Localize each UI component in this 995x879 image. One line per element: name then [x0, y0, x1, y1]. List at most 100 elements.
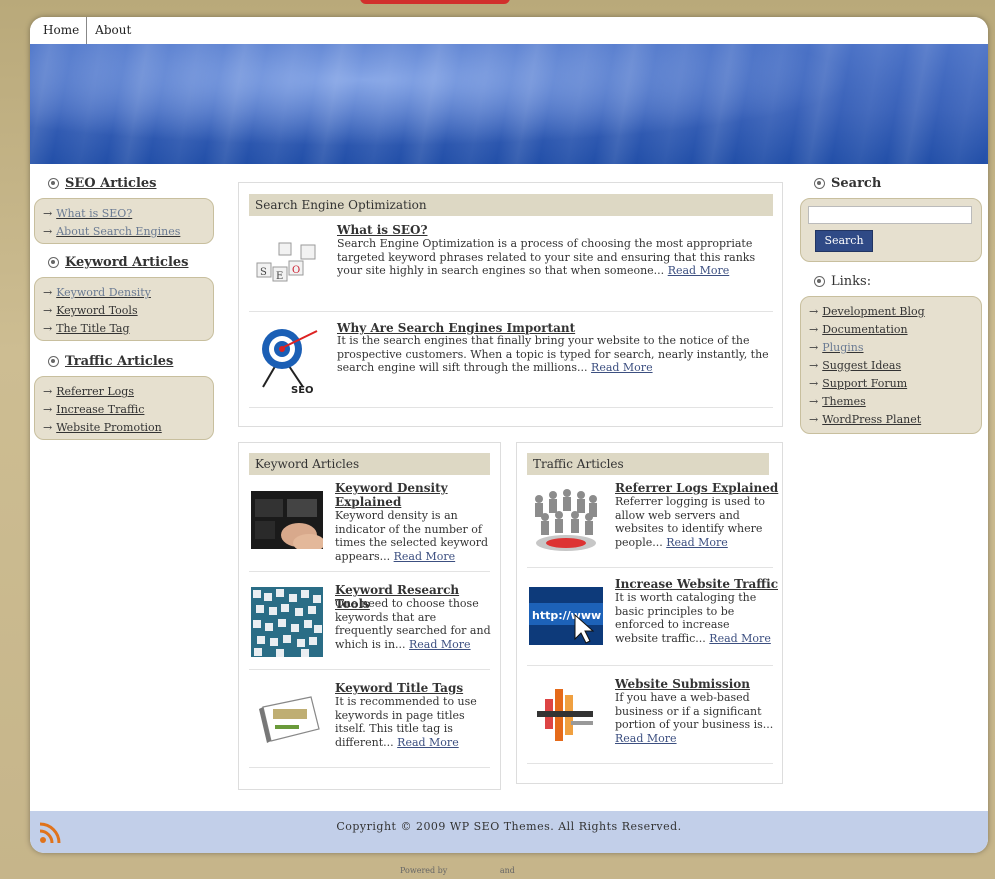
seo-panel-header: Search Engine Optimization	[249, 194, 773, 216]
nav-about[interactable]: About	[87, 17, 138, 44]
post-excerpt-text: If you have a web-based business or if a…	[615, 691, 774, 731]
link-label: WordPress Planet	[822, 413, 922, 426]
sidebar-link-label: What is SEO?	[56, 207, 133, 220]
post-excerpt: Keyword density is an indicator of the n…	[335, 509, 491, 563]
sidebar-link-label: Keyword Density	[56, 286, 151, 299]
sidebar-link-what-is-seo[interactable]: → What is SEO?	[43, 205, 205, 223]
link-support-forum[interactable]: → Support Forum	[809, 375, 973, 393]
traffic-panel-header: Traffic Articles	[527, 453, 769, 475]
keyboard-finger-image	[251, 491, 323, 549]
circle-bullet-icon	[814, 276, 825, 287]
title-tag-box-image	[253, 689, 323, 749]
arrow-right-icon: →	[43, 225, 53, 238]
keyword-articles-title-link[interactable]: Keyword Articles	[65, 255, 189, 270]
link-wordpress-planet[interactable]: → WordPress Planet	[809, 411, 973, 429]
top-nav: Home About	[30, 17, 988, 44]
link-suggest-ideas[interactable]: → Suggest Ideas	[809, 357, 973, 375]
read-more-link[interactable]: Read More	[397, 736, 459, 749]
sidebar-link-referrer-logs[interactable]: → Referrer Logs	[43, 383, 205, 401]
post-excerpt: If you have a web-based business or if a…	[615, 691, 775, 745]
keyword-panel: Keyword Articles Keyword Density Explain…	[238, 442, 501, 790]
read-more-link[interactable]: Read More	[666, 536, 728, 549]
traffic-panel: Traffic Articles Referrer Logs Explained…	[516, 442, 783, 784]
post-excerpt: It is recommended to use keywords in pag…	[335, 695, 491, 749]
link-themes[interactable]: → Themes	[809, 393, 973, 411]
post-title-what-is-seo[interactable]: What is SEO?	[337, 223, 428, 237]
traffic-articles-title-link[interactable]: Traffic Articles	[65, 354, 173, 369]
link-development-blog[interactable]: → Development Blog	[809, 303, 973, 321]
post-title-keyword-density[interactable]: Keyword Density Explained	[335, 481, 491, 509]
post-title-why-search-engines[interactable]: Why Are Search Engines Important	[337, 321, 575, 335]
post-excerpt: It is the search engines that finally br…	[337, 334, 773, 375]
read-more-link[interactable]: Read More	[591, 361, 653, 374]
keyword-panel-header: Keyword Articles	[249, 453, 490, 475]
post-title-referrer-logs-explained[interactable]: Referrer Logs Explained	[615, 481, 778, 495]
content-area: SEO Articles → What is SEO? → About Search…	[30, 164, 988, 812]
arrow-right-icon: →	[809, 413, 819, 426]
arrow-right-icon: →	[809, 305, 819, 318]
sidebar-link-website-promotion[interactable]: → Website Promotion	[43, 419, 205, 437]
link-plugins[interactable]: → Plugins	[809, 339, 973, 357]
read-more-link[interactable]: Read More	[409, 638, 471, 651]
sidebar-link-about-search-engines[interactable]: → About Search Engines	[43, 223, 205, 241]
nav-home[interactable]: Home	[30, 17, 88, 44]
arrow-right-icon: →	[809, 377, 819, 390]
sidebar-link-keyword-tools[interactable]: → Keyword Tools	[43, 302, 205, 320]
sidebar-link-label: Referrer Logs	[56, 385, 134, 398]
links-heading: Links:	[814, 274, 871, 289]
link-label: Documentation	[822, 323, 908, 336]
powered-by-line: Powered by and	[400, 866, 565, 875]
post-title-increase-website-traffic[interactable]: Increase Website Traffic	[615, 577, 778, 591]
arrow-right-icon: →	[43, 403, 53, 416]
arrow-right-icon: →	[809, 395, 819, 408]
post-excerpt: Referrer logging is used to allow web se…	[615, 495, 775, 549]
post-separator	[249, 767, 490, 768]
post-title-website-submission[interactable]: Website Submission	[615, 677, 750, 691]
read-more-link[interactable]: Read More	[394, 550, 456, 563]
arrow-right-icon: →	[43, 385, 53, 398]
post-excerpt-text: It is the search engines that finally br…	[337, 334, 769, 374]
post-separator	[527, 763, 773, 764]
rss-icon[interactable]	[38, 819, 64, 845]
link-label: Development Blog	[822, 305, 925, 318]
svg-text:E: E	[276, 271, 283, 282]
arrow-right-icon: →	[809, 359, 819, 372]
sidebar-link-label: Increase Traffic	[56, 403, 145, 416]
post-title-keyword-title-tags[interactable]: Keyword Title Tags	[335, 681, 463, 695]
arrow-right-icon: →	[43, 207, 53, 220]
people-crowd-image	[529, 485, 603, 555]
link-label: Suggest Ideas	[822, 359, 902, 372]
seo-image-label: SEO	[291, 385, 314, 396]
seo-articles-box: → What is SEO? → About Search Engines	[34, 198, 214, 244]
links-title: Links:	[831, 274, 872, 289]
circle-bullet-icon	[48, 356, 59, 367]
seo-panel: Search Engine Optimization S E O What is…	[238, 182, 783, 427]
header-banner	[30, 44, 988, 164]
svg-text:S: S	[260, 267, 267, 278]
links-box: → Development Blog → Documentation → Plugin…	[800, 296, 982, 434]
http-cursor-image: http://www	[529, 587, 603, 645]
read-more-link[interactable]: Read More	[615, 732, 677, 745]
header-logo-fragment	[360, 0, 510, 4]
sidebar-link-increase-traffic[interactable]: → Increase Traffic	[43, 401, 205, 419]
search-button[interactable]: Search	[815, 230, 873, 252]
seo-articles-title-link[interactable]: SEO Articles	[65, 176, 156, 191]
post-excerpt: Search Engine Optimization is a process …	[337, 237, 773, 278]
post-separator	[249, 571, 490, 572]
sidebar-link-keyword-density[interactable]: → Keyword Density	[43, 284, 205, 302]
link-documentation[interactable]: → Documentation	[809, 321, 973, 339]
sidebar-link-title-tag[interactable]: → The Title Tag	[43, 320, 205, 338]
circle-bullet-icon	[48, 257, 59, 268]
read-more-link[interactable]: Read More	[709, 632, 771, 645]
link-label: Plugins	[822, 341, 864, 354]
footer-copyright: Copyright © 2009 WP SEO Themes. All Righ…	[336, 820, 682, 833]
read-more-link[interactable]: Read More	[668, 264, 730, 277]
circle-bullet-icon	[48, 178, 59, 189]
sidebar-link-label: Keyword Tools	[56, 304, 138, 317]
search-title: Search	[831, 176, 882, 191]
post-separator	[527, 567, 773, 568]
search-input[interactable]	[808, 206, 972, 224]
arrow-right-icon: →	[809, 341, 819, 354]
page-container: Home About SEO Articles → What is SEO? → A…	[30, 17, 988, 853]
post-excerpt: One need to choose those keywords that a…	[335, 597, 491, 651]
